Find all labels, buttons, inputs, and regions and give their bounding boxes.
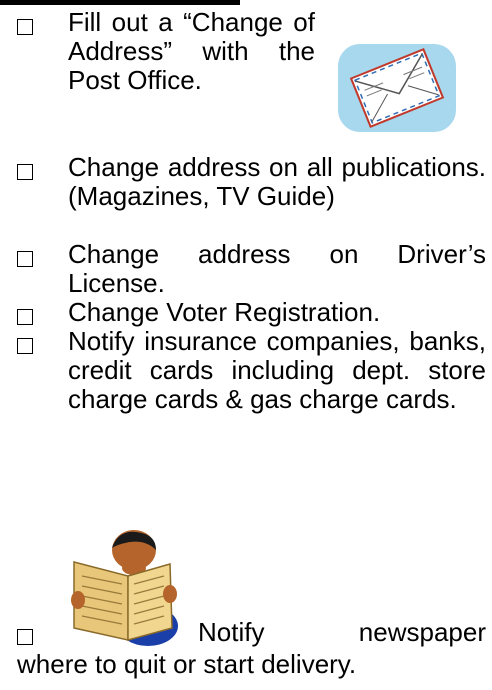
checkbox-icon[interactable] (17, 251, 33, 267)
checkbox-icon[interactable] (17, 309, 33, 325)
checklist-item-text: Notify insurance companies, banks, credi… (68, 326, 486, 414)
checklist-item-text: Change address on Driver’s License. (68, 239, 486, 298)
checkbox-icon[interactable] (17, 338, 33, 354)
checklist-item-text: Change address on all publications. (Mag… (68, 152, 486, 211)
checkbox-icon[interactable] (17, 629, 33, 645)
top-rule (0, 0, 240, 5)
newspaper-reader-clipart-icon (71, 530, 178, 646)
checklist-item-text: Fill out a “Change of Address” with the … (68, 7, 315, 95)
envelope-clipart-icon (338, 44, 456, 132)
checklist-item-continuation: where to quit or start delivery. (17, 649, 357, 679)
checklist-item-text: Notify newspaper (198, 617, 486, 647)
checkbox-icon[interactable] (17, 19, 33, 35)
checkbox-icon[interactable] (17, 164, 33, 180)
checklist-item-text: Change Voter Registration. (68, 297, 381, 327)
